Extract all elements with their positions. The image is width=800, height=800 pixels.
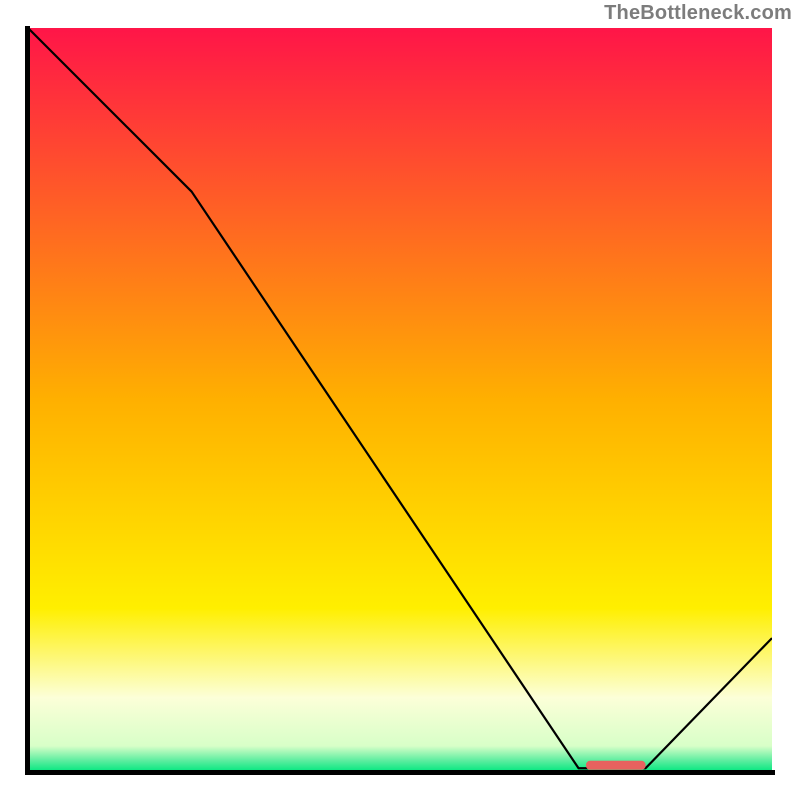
plot-area <box>28 28 772 772</box>
chart-container: TheBottleneck.com <box>0 0 800 800</box>
plot-svg <box>28 28 772 772</box>
y-axis <box>25 26 30 775</box>
marker-segment <box>586 761 646 770</box>
x-axis <box>25 770 775 775</box>
watermark-text: TheBottleneck.com <box>604 2 792 25</box>
